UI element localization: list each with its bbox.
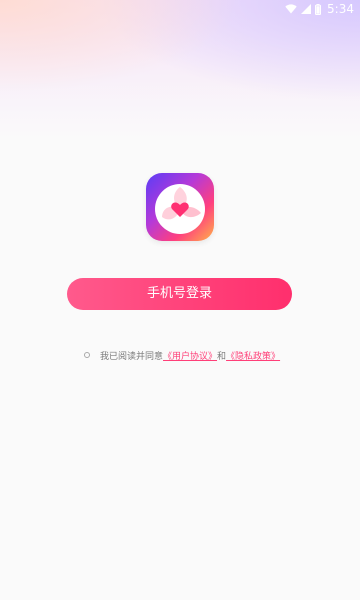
- phone-login-button[interactable]: 手机号登录: [67, 278, 292, 310]
- status-time: 5:34: [327, 2, 354, 16]
- app-logo: [146, 173, 214, 241]
- agreement-row: 我已阅读并同意 《用户协议》 和 《隐私政策》: [84, 346, 304, 364]
- battery-icon: [315, 3, 322, 15]
- wifi-icon: [285, 4, 297, 14]
- status-bar: 5:34: [0, 0, 360, 18]
- signal-icon: [301, 4, 312, 14]
- app-logo-heart-icon: [155, 184, 205, 234]
- agreement-connector-text: 和: [217, 351, 227, 362]
- user-agreement-link[interactable]: 《用户协议》: [163, 349, 217, 362]
- header-gradient-background: [0, 0, 360, 140]
- agreement-radio[interactable]: [84, 352, 90, 358]
- agreement-prefix-text: 我已阅读并同意: [100, 351, 164, 362]
- privacy-policy-link[interactable]: 《隐私政策》: [226, 349, 280, 362]
